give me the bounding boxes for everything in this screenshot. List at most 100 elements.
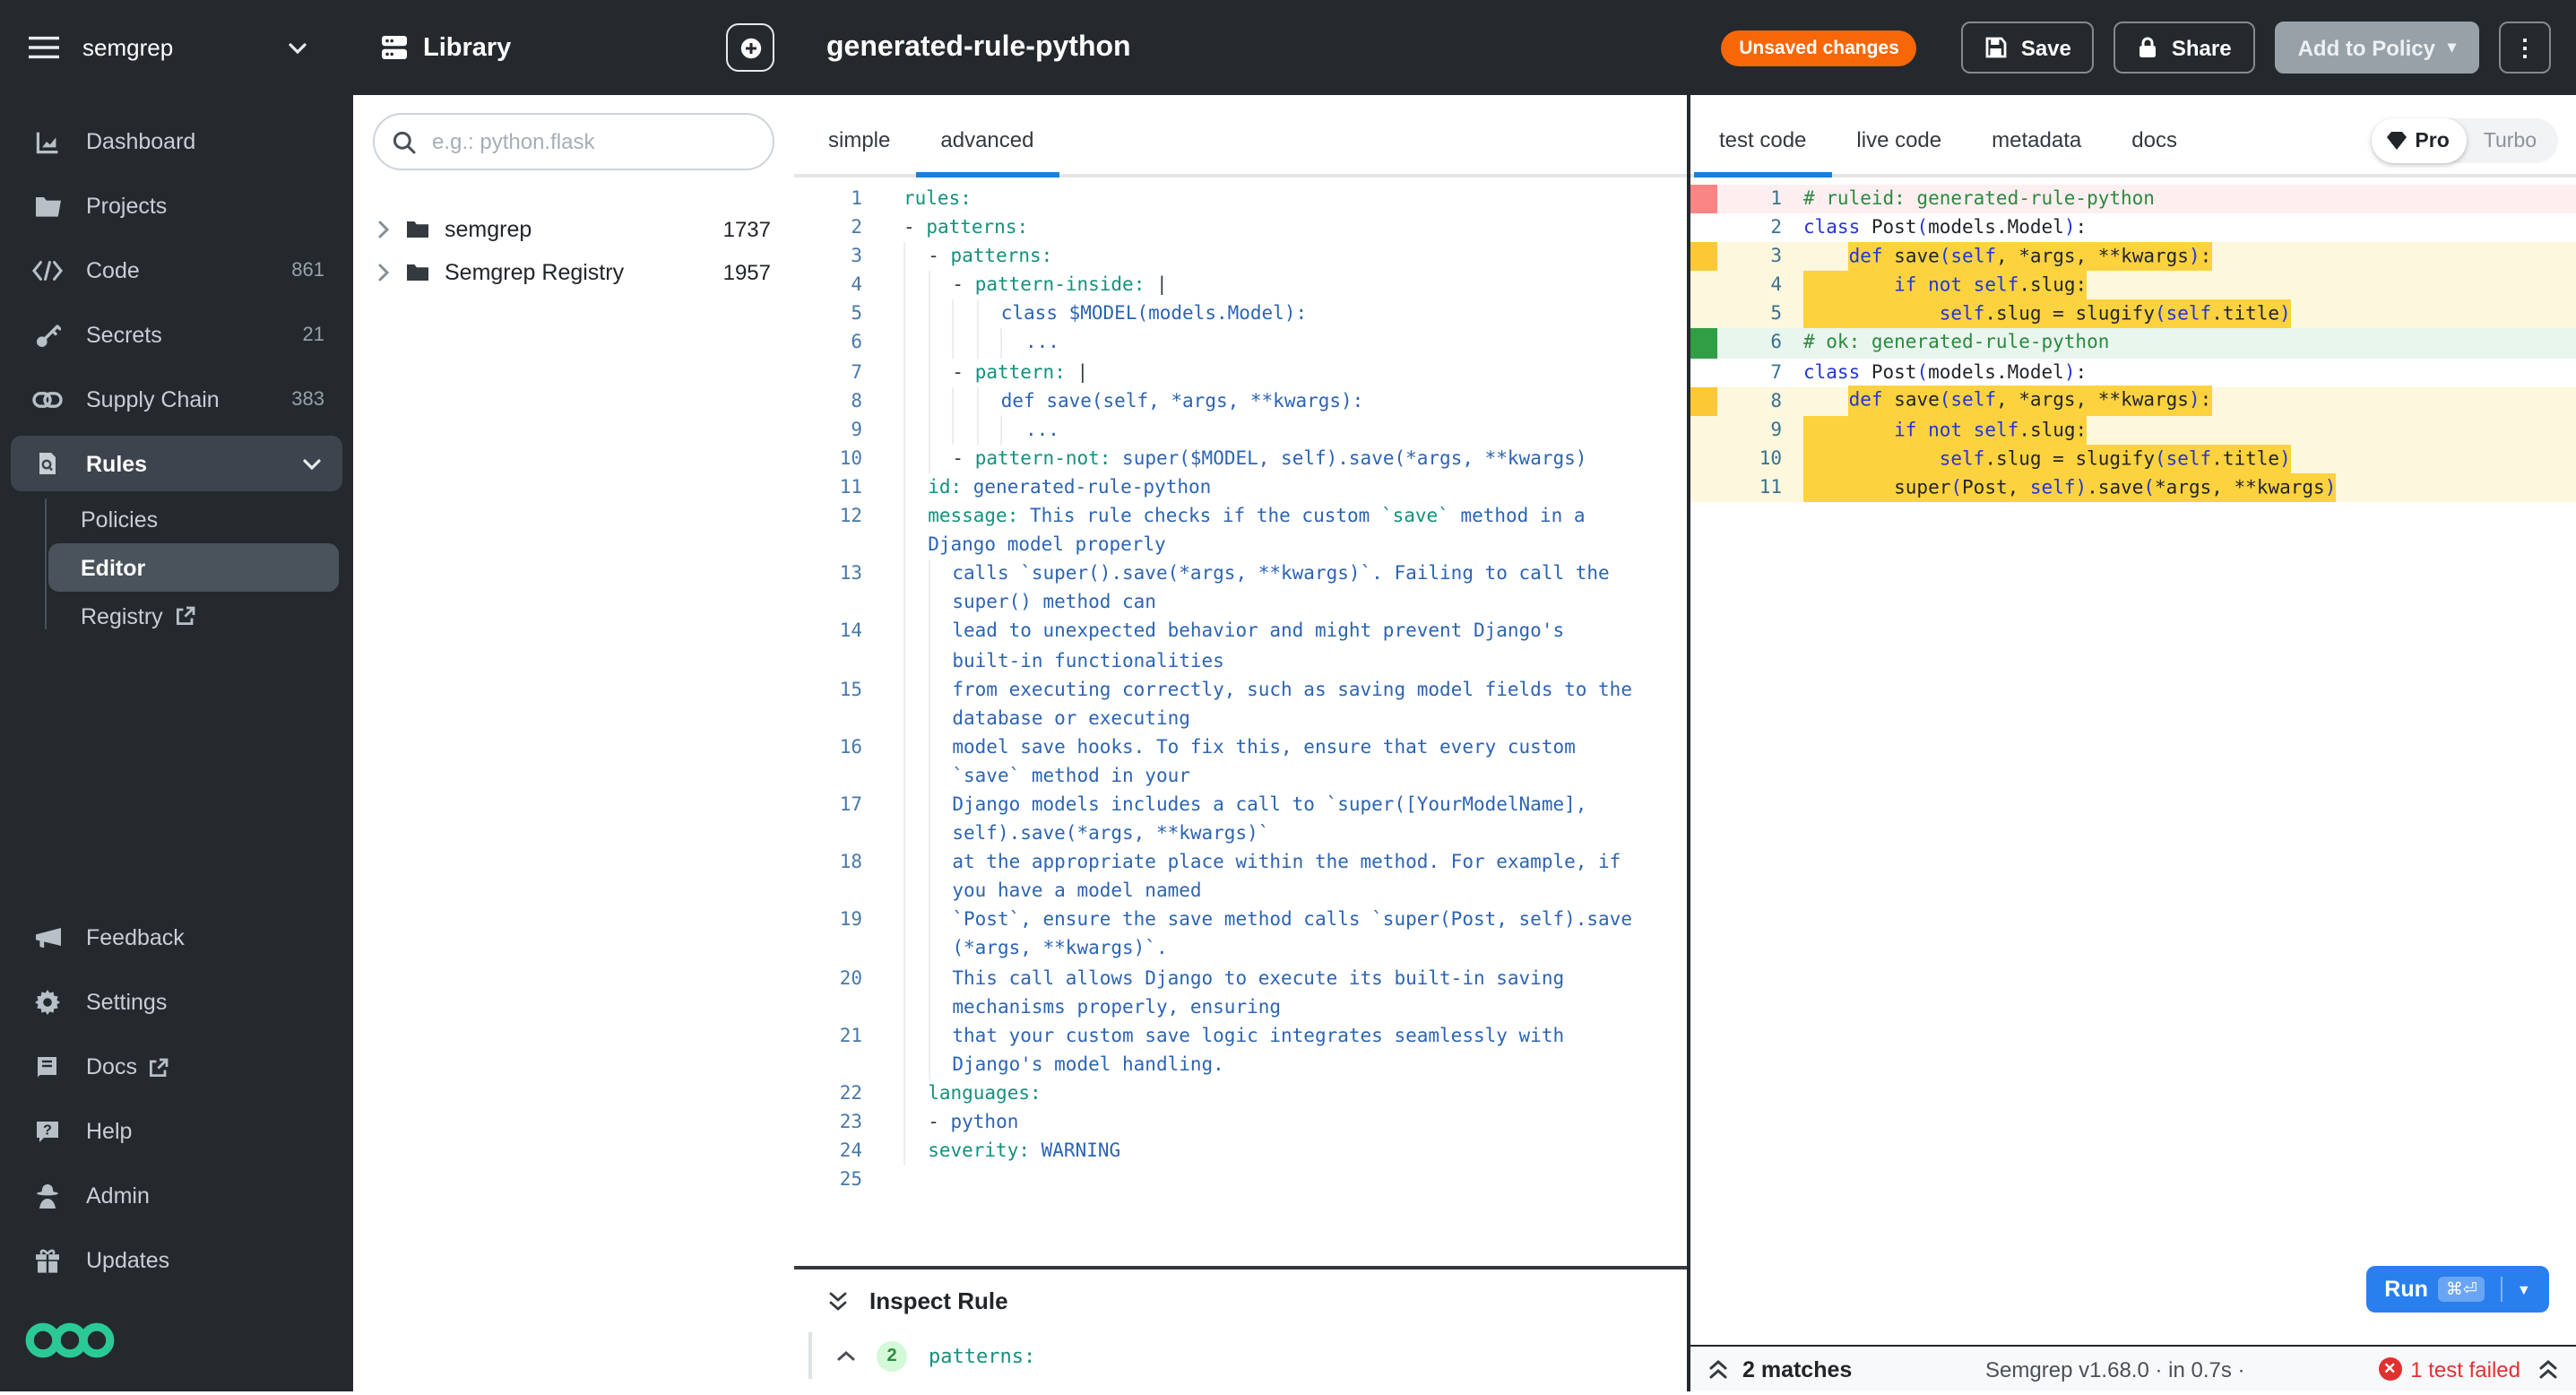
semgrep-logo (25, 1321, 353, 1359)
search-input[interactable] (428, 127, 755, 156)
pro-turbo-toggle[interactable]: Pro Turbo (2372, 118, 2558, 163)
share-button[interactable]: Share (2114, 22, 2255, 74)
sidebar-item-label: Rules (86, 451, 147, 476)
book-icon (32, 1053, 63, 1080)
gutter-spacer (1690, 416, 1717, 445)
code-line: 17Django models includes a call to `supe… (794, 791, 1687, 819)
sidebar-item-help[interactable]: ? Help (0, 1099, 353, 1164)
gem-icon (2386, 131, 2407, 151)
line-number: 8 (794, 386, 873, 415)
add-to-policy-button[interactable]: Add to Policy ▾ (2275, 22, 2479, 74)
test-code-line: 9 if not self.slug: (1690, 416, 2576, 445)
run-dropdown-caret[interactable]: ▼ (2501, 1277, 2531, 1302)
code-line: self).save(*args, **kwargs)` (794, 819, 1687, 848)
hamburger-icon[interactable] (29, 36, 59, 59)
line-number: 6 (794, 329, 873, 358)
sidebar-item-policies[interactable]: Policies (45, 495, 353, 543)
library-folder-semgrep-registry[interactable]: Semgrep Registry1957 (353, 251, 794, 294)
sidebar-item-code[interactable]: Code861 (0, 238, 353, 303)
double-chevron-up-icon[interactable] (1708, 1358, 1728, 1380)
sidebar-item-dashboard[interactable]: Dashboard (0, 109, 353, 174)
search-icon (393, 130, 416, 153)
sidebar-item-rules[interactable]: Rules (11, 436, 342, 491)
inspect-rule-panel: Inspect Rule 2 patterns: (794, 1266, 1687, 1395)
more-options-button[interactable]: ⋮ (2499, 22, 2551, 74)
sidebar-item-secrets[interactable]: Secrets21 (0, 303, 353, 368)
line-number (794, 704, 873, 732)
double-chevron-down-icon[interactable] (828, 1290, 848, 1312)
sidebar-item-label: Help (86, 1119, 132, 1144)
code-line: 18at the appropriate place within the me… (794, 848, 1687, 877)
pro-segment[interactable]: Pro (2372, 118, 2467, 163)
tab-metadata[interactable]: metadata (1967, 127, 2106, 174)
code-line: 24severity: WARNING (794, 1137, 1687, 1165)
external-link-icon (176, 606, 195, 626)
sidebar-nav: Dashboard ProjectsCode861Secrets21Supply … (0, 109, 353, 432)
sidebar-item-label: Secrets (86, 323, 162, 348)
run-summary: Semgrep v1.68.0 · in 0.7s · (1852, 1356, 2378, 1382)
new-rule-button[interactable] (726, 23, 774, 72)
test-code-editor[interactable]: 1# ruleid: generated-rule-python2class P… (1690, 178, 2576, 1261)
save-button[interactable]: Save (1962, 22, 2095, 74)
code-line: 9... (794, 416, 1687, 445)
line-number: 14 (794, 618, 873, 646)
gutter-spacer (1690, 300, 1717, 329)
rule-editor[interactable]: 1rules:2- patterns:3- patterns:4- patter… (794, 178, 1687, 1273)
line-number: 12 (794, 502, 873, 531)
gutter-spacer (1690, 358, 1717, 386)
tab-live-code[interactable]: live code (1831, 127, 1967, 174)
sidebar-item-registry[interactable]: Registry (45, 592, 353, 640)
add-to-policy-label: Add to Policy (2298, 35, 2435, 60)
sidebar-item-editor[interactable]: Editor (48, 543, 339, 592)
code-line: 22languages: (794, 1079, 1687, 1108)
sidebar-item-projects[interactable]: Projects (0, 174, 353, 238)
run-button[interactable]: Run ⌘⏎ ▼ (2366, 1266, 2549, 1313)
sidebar-item-admin[interactable]: Admin (0, 1164, 353, 1228)
code-line: 19`Post`, ensure the save method calls `… (794, 906, 1687, 935)
sidebar-item-updates[interactable]: Updates (0, 1228, 353, 1293)
turbo-segment[interactable]: Turbo (2468, 130, 2558, 152)
folder-name: semgrep (445, 217, 532, 242)
chevron-right-icon[interactable] (378, 264, 389, 282)
folder-name: Semgrep Registry (445, 260, 624, 285)
sidebar-item-feedback[interactable]: Feedback (0, 905, 353, 970)
rules-icon (32, 450, 63, 477)
gutter-spacer (1690, 213, 1717, 242)
folder-count: 1737 (723, 217, 771, 242)
line-number: 3 (794, 242, 873, 271)
tab-test-code[interactable]: test code (1694, 127, 1831, 174)
gutter-spacer (1690, 272, 1717, 300)
double-chevron-up-icon[interactable] (2538, 1358, 2558, 1380)
line-number: 2 (794, 213, 873, 242)
help-bubble-icon: ? (32, 1118, 63, 1145)
sidebar-item-docs[interactable]: Docs (0, 1035, 353, 1099)
pro-label: Pro (2415, 130, 2449, 152)
line-number (794, 646, 873, 675)
sidebar-item-label: Dashboard (86, 129, 195, 154)
code-line: 3- patterns: (794, 242, 1687, 271)
chevron-right-icon[interactable] (378, 221, 389, 238)
code-line: Django model properly (794, 531, 1687, 559)
sidebar-item-supply-chain[interactable]: Supply Chain383 (0, 368, 353, 432)
line-number: 22 (794, 1079, 873, 1108)
chevron-up-icon[interactable] (837, 1350, 855, 1361)
org-switcher[interactable]: semgrep (0, 0, 353, 95)
tab-advanced[interactable]: advanced (915, 127, 1059, 174)
match-count-badge: 2 (877, 1340, 907, 1371)
sidebar-item-settings[interactable]: Settings (0, 970, 353, 1035)
gutter-spacer (1690, 473, 1717, 502)
inspect-patterns-row[interactable]: 2 patterns: (808, 1332, 1687, 1379)
test-code-line: 7class Post(models.Model): (1690, 358, 2576, 386)
test-code-line: 11 super(Post, self).save(*args, **kwarg… (1690, 473, 2576, 502)
line-number: 15 (794, 675, 873, 704)
library-title: Library (423, 33, 726, 62)
tab-docs[interactable]: docs (2106, 127, 2202, 174)
code-line: (*args, **kwargs)`. (794, 935, 1687, 964)
library-folder-semgrep[interactable]: semgrep 1737 (353, 208, 794, 251)
code-line: 2- patterns: (794, 213, 1687, 242)
yellow-gutter-marker (1690, 386, 1717, 415)
line-number: 21 (794, 1021, 873, 1050)
library-search[interactable] (373, 113, 774, 170)
line-number: 7 (1717, 358, 1782, 386)
tab-simple[interactable]: simple (803, 127, 915, 174)
